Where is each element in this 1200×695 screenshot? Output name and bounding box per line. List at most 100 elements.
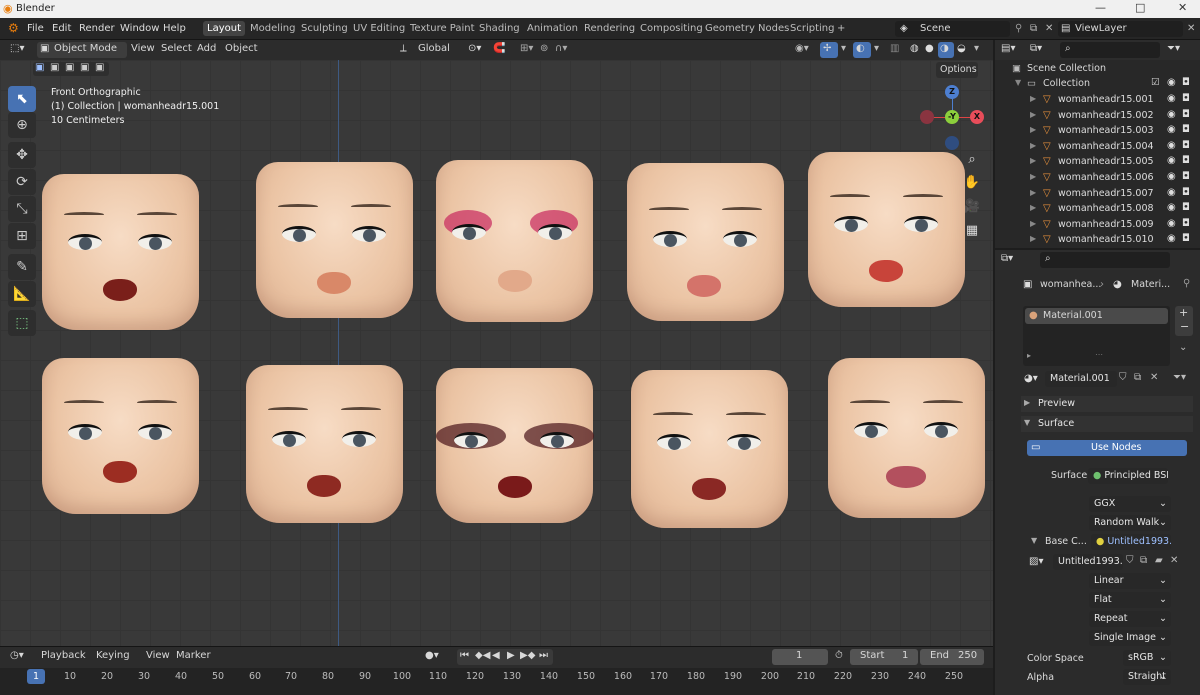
expand-icon[interactable]: ▶ [1030,188,1036,197]
select-invert-icon[interactable]: ▣ [80,62,89,73]
menu-render[interactable]: Render [79,23,115,34]
add-workspace-button[interactable]: + [837,23,845,34]
menu-object[interactable]: Object [225,43,258,54]
menu-marker[interactable]: Marker [176,650,211,661]
gizmo-z-axis[interactable]: Z [945,85,959,99]
face-mesh-1[interactable] [42,174,199,330]
menu-help[interactable]: Help [163,23,186,34]
list-expand-icon[interactable]: ▸ [1027,351,1031,360]
proportional-edit-icon[interactable]: ⊚ [540,43,548,54]
outliner-item[interactable]: ▶ ▽ womanheadr15.001 ◉ ◘ [995,92,1200,108]
use-nodes-button[interactable]: ▭ Use Nodes [1027,440,1187,456]
camera-icon[interactable]: ◘ [1182,171,1190,182]
expand-icon[interactable]: ▶ [1030,203,1036,212]
camera-icon[interactable]: ◘ [1182,155,1190,166]
menu-add[interactable]: Add [197,43,216,54]
xray-icon[interactable]: ▥ [890,43,899,54]
camera-icon[interactable]: ◘ [1182,202,1190,213]
scale-tool[interactable]: ⤡ [8,196,36,222]
outliner-item[interactable]: ▶ ▽ womanheadr15.004 ◉ ◘ [995,139,1200,155]
outliner-item[interactable]: ▶ ▽ womanheadr15.008 ◉ ◘ [995,201,1200,217]
close-button[interactable]: ✕ [1178,1,1187,14]
collection-checkbox[interactable]: ☑ [1151,77,1160,88]
gizmo-neg-y-axis[interactable]: -Y [945,110,959,124]
face-mesh-4[interactable] [627,163,784,321]
scene-collection-row[interactable]: ▣ Scene Collection [995,61,1200,77]
shading-dropdown-icon[interactable]: ▾ [974,43,979,54]
tab-geometry-nodes[interactable]: Geometry Nodes [705,23,789,34]
blender-menu-icon[interactable]: ⚙ [8,21,19,35]
mode-dropdown[interactable]: ▣ Object Mode [37,42,127,58]
timeline-editor-icon[interactable]: ◷▾ [10,650,24,661]
outliner-search-input[interactable]: ⌕ [1060,42,1160,58]
jump-end-icon[interactable]: ⏭ [539,650,548,661]
rotate-tool[interactable]: ⟳ [8,169,36,195]
expand-icon[interactable]: ▶ [1030,125,1036,134]
outliner-item[interactable]: ▶ ▽ womanheadr15.007 ◉ ◘ [995,186,1200,202]
menu-view[interactable]: View [131,43,155,54]
timeline-frame-ruler[interactable]: 1 10 20 30 40 50 60 70 80 90 100 110 120… [0,668,993,695]
face-mesh-9[interactable] [631,370,788,528]
minimize-button[interactable]: — [1095,1,1106,14]
remove-slot-button[interactable]: − [1180,320,1189,333]
tab-uv-editing[interactable]: UV Editing [353,23,405,34]
gizmo-neg-x-axis[interactable] [920,110,934,124]
tab-layout[interactable]: Layout [203,21,245,36]
next-keyframe-icon[interactable]: ▶◆ [520,650,535,661]
image-name-field[interactable]: Untitled1993.... [1053,554,1123,570]
pin-icon[interactable]: ⚲ [1015,23,1022,34]
preview-panel-header[interactable]: ▶ Preview [1021,396,1193,412]
rendered-shading-icon[interactable]: ◒ [957,43,966,54]
camera-icon[interactable]: ◘ [1182,93,1190,104]
eye-icon[interactable]: ◉ [1167,233,1176,244]
expand-icon[interactable]: ▶ [1030,156,1036,165]
tab-compositing[interactable]: Compositing [640,23,703,34]
snap-icon[interactable]: 🧲 [493,43,505,54]
display-mode-icon[interactable]: ⧉▾ [1030,43,1042,54]
jump-start-icon[interactable]: ⏮ [460,650,469,661]
face-mesh-7[interactable] [246,365,403,523]
gizmo-dropdown-icon[interactable]: ▾ [841,43,846,54]
base-color-link-field[interactable]: ● Untitled1993.... [1091,534,1171,550]
camera-icon[interactable]: ◘ [1182,109,1190,120]
scene-selector[interactable]: ◈ Scene [895,21,1010,37]
expand-icon[interactable]: ▶ [1030,234,1036,243]
select-extend-icon[interactable]: ▣ [50,62,59,73]
surface-shader-field[interactable]: ● Principled BSDF [1088,468,1168,484]
outliner-item[interactable]: ▶ ▽ womanheadr15.009 ◉ ◘ [995,217,1200,233]
face-mesh-5[interactable] [808,152,965,307]
preview-range-icon[interactable]: ⏱ [835,650,843,661]
delete-scene-icon[interactable]: ✕ [1045,23,1053,34]
camera-icon[interactable]: ◘ [1182,187,1190,198]
fake-user-icon[interactable]: ⛉ [1126,555,1134,566]
transform-tool[interactable]: ⊞ [8,223,36,249]
start-frame-field[interactable]: Start 1 [850,649,918,665]
add-slot-button[interactable]: + [1179,306,1188,319]
solid-shading-icon[interactable]: ● [925,43,934,54]
material-shading-button[interactable]: ◑ [938,42,954,58]
transform-orientation-dropdown[interactable]: Global [418,43,450,54]
breadcrumb-material[interactable]: Materi... [1131,279,1170,290]
distribution-dropdown[interactable]: GGX ⌄ [1089,496,1171,512]
filter-icon[interactable]: ⏷▾ [1167,43,1180,54]
eye-icon[interactable]: ◉ [1167,218,1176,229]
eye-icon[interactable]: ◉ [1167,109,1176,120]
eye-icon[interactable]: ◉ [1167,155,1176,166]
interpolation-dropdown[interactable]: Linear ⌄ [1089,573,1171,589]
viewlayer-close-icon[interactable]: ✕ [1187,23,1195,34]
maximize-button[interactable]: □ [1135,1,1145,14]
list-resize-handle[interactable]: ⋯ [1095,350,1103,359]
tab-texture-paint[interactable]: Texture Paint [410,23,475,34]
end-frame-field[interactable]: End 250 [920,649,984,665]
current-frame-field[interactable]: 1 [772,649,828,665]
face-mesh-3[interactable] [436,160,593,322]
face-mesh-8[interactable] [436,368,594,523]
menu-playback[interactable]: Playback [41,650,86,661]
eye-icon[interactable]: ◉ [1167,202,1176,213]
fake-user-icon[interactable]: ⛉ [1119,372,1127,383]
outliner-item[interactable]: ▶ ▽ womanheadr15.006 ◉ ◘ [995,170,1200,186]
camera-icon[interactable]: ◘ [1182,218,1190,229]
outliner-item[interactable]: ▶ ▽ womanheadr15.010 ◉ ◘ [995,232,1200,248]
expand-icon[interactable]: ▶ [1030,219,1036,228]
overlay-dropdown-icon[interactable]: ▾ [874,43,879,54]
